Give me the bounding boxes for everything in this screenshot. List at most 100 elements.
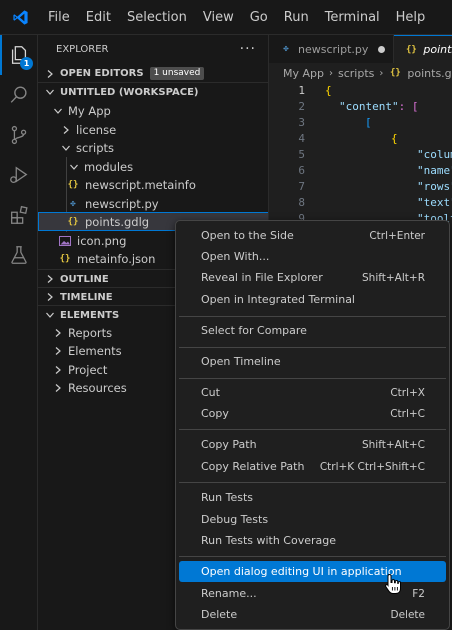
more-actions-icon[interactable]: ··· bbox=[240, 41, 256, 57]
menu-item-label: Open in Integrated Terminal bbox=[201, 293, 355, 306]
menu-selection[interactable]: Selection bbox=[119, 0, 195, 35]
json-file-icon: {} bbox=[67, 216, 79, 227]
menu-item-copy[interactable]: Copy Ctrl+C bbox=[179, 403, 446, 424]
menu-item-open-with[interactable]: Open With... bbox=[179, 246, 446, 267]
line-number: 5 bbox=[298, 148, 305, 161]
menu-terminal[interactable]: Terminal bbox=[317, 0, 388, 35]
chevron-down-icon bbox=[44, 309, 56, 321]
workspace-section[interactable]: UNTITLED (WORKSPACE) bbox=[38, 82, 268, 101]
source-control-button[interactable] bbox=[0, 115, 38, 155]
title-bar: File Edit Selection View Go Run Terminal… bbox=[0, 0, 452, 35]
code-key: "content" bbox=[339, 100, 399, 113]
code-text: { bbox=[391, 132, 398, 145]
python-file-icon: ✤ bbox=[283, 44, 289, 54]
source-control-icon bbox=[11, 125, 27, 145]
flask-icon bbox=[11, 246, 27, 264]
file-label: metainfo.json bbox=[77, 251, 156, 266]
extensions-button[interactable] bbox=[0, 195, 38, 235]
run-debug-button[interactable] bbox=[0, 155, 38, 195]
tab-points-gdlg[interactable]: {} points.gdlg bbox=[394, 35, 452, 63]
folder-my-app[interactable]: My App bbox=[38, 101, 268, 120]
menu-item-open-timeline[interactable]: Open Timeline bbox=[179, 351, 446, 372]
menu-help[interactable]: Help bbox=[388, 0, 434, 35]
json-file-icon: {} bbox=[59, 253, 71, 264]
line-number: 2 bbox=[298, 100, 305, 113]
menu-separator bbox=[179, 347, 446, 348]
menu-item-copy-path[interactable]: Copy Path Shift+Alt+C bbox=[179, 434, 446, 455]
menu-item-run-tests[interactable]: Run Tests bbox=[179, 487, 446, 508]
line-number: 1 bbox=[298, 84, 305, 97]
file-label: points.gdlg bbox=[85, 214, 150, 229]
outline-label: OUTLINE bbox=[60, 273, 109, 285]
open-editors-section[interactable]: OPEN EDITORS 1 unsaved bbox=[38, 64, 268, 83]
folder-modules[interactable]: modules bbox=[38, 157, 268, 176]
search-button[interactable] bbox=[0, 75, 38, 115]
activity-bar: 1 bbox=[0, 35, 38, 630]
chevron-right-icon bbox=[60, 124, 72, 136]
code-editor[interactable]: 1{ 2"content": [ 3[ 4{ 5"colum 6"name" 7… bbox=[269, 83, 452, 227]
menu-item-delete[interactable]: Delete Delete bbox=[179, 604, 446, 625]
menu-item-run-tests-coverage[interactable]: Run Tests with Coverage bbox=[179, 530, 446, 551]
line-number: 6 bbox=[298, 164, 305, 177]
menu-item-cut[interactable]: Cut Ctrl+X bbox=[179, 382, 446, 403]
folder-label: modules bbox=[84, 159, 134, 174]
menu-file[interactable]: File bbox=[40, 0, 78, 35]
menu-run[interactable]: Run bbox=[276, 0, 317, 35]
menu-item-debug-tests[interactable]: Debug Tests bbox=[179, 509, 446, 530]
context-menu: Open to the Side Ctrl+Enter Open With... … bbox=[175, 220, 450, 630]
file-newscript-metainfo[interactable]: {} newscript.metainfo bbox=[38, 175, 268, 194]
menu-item-open-to-side[interactable]: Open to the Side Ctrl+Enter bbox=[179, 225, 446, 246]
menu-item-label: Open dialog editing UI in application bbox=[201, 565, 402, 578]
file-newscript-py[interactable]: ✤ newscript.py bbox=[38, 194, 268, 213]
menu-item-label: Open With... bbox=[201, 250, 270, 263]
menu-edit[interactable]: Edit bbox=[78, 0, 119, 35]
json-file-icon: {} bbox=[389, 68, 401, 78]
json-file-icon: {} bbox=[405, 44, 417, 55]
search-icon bbox=[10, 86, 27, 103]
menu-view[interactable]: View bbox=[195, 0, 242, 35]
menu-item-open-dialog-editing-ui[interactable]: Open dialog editing UI in application bbox=[179, 561, 446, 582]
unsaved-badge: 1 unsaved bbox=[149, 67, 205, 80]
folder-scripts[interactable]: scripts bbox=[38, 138, 268, 157]
chevron-right-icon bbox=[52, 382, 64, 394]
chevron-right-icon bbox=[52, 364, 64, 376]
unsaved-dot-icon[interactable] bbox=[378, 45, 386, 53]
explorer-header: EXPLORER ··· bbox=[38, 35, 268, 63]
line-number: 4 bbox=[298, 132, 305, 145]
code-line: 1{ bbox=[269, 83, 452, 99]
menu-item-label: Copy bbox=[201, 407, 229, 420]
folder-license[interactable]: license bbox=[38, 120, 268, 139]
file-label: icon.png bbox=[77, 233, 127, 248]
code-line: 4{ bbox=[269, 131, 452, 147]
line-number: 3 bbox=[298, 116, 305, 129]
menu-item-label: Delete bbox=[201, 608, 238, 621]
chevron-right-icon bbox=[52, 327, 64, 339]
menu-item-label: Run Tests bbox=[201, 491, 253, 504]
vscode-logo-icon bbox=[0, 0, 40, 35]
breadcrumb-item[interactable]: points.gdlg bbox=[407, 67, 452, 80]
menu-item-copy-relative-path[interactable]: Copy Relative Path Ctrl+K Ctrl+Shift+C bbox=[179, 456, 446, 477]
menu-item-select-for-compare[interactable]: Select for Compare bbox=[179, 320, 446, 341]
code-key: "rows" bbox=[417, 180, 452, 193]
menu-separator bbox=[179, 316, 446, 317]
breadcrumb-item[interactable]: scripts bbox=[338, 67, 374, 80]
menu-item-shortcut: Ctrl+K Ctrl+Shift+C bbox=[319, 460, 425, 473]
menu-item-reveal-in-explorer[interactable]: Reveal in File Explorer Shift+Alt+R bbox=[179, 267, 446, 288]
file-label: newscript.py bbox=[85, 196, 159, 211]
chevron-down-icon bbox=[60, 142, 72, 154]
explorer-button[interactable]: 1 bbox=[0, 35, 38, 75]
menu-go[interactable]: Go bbox=[242, 0, 276, 35]
menu-item-shortcut: F2 bbox=[412, 587, 425, 600]
breadcrumb-item[interactable]: My App bbox=[283, 67, 324, 80]
menu-item-open-in-terminal[interactable]: Open in Integrated Terminal bbox=[179, 289, 446, 310]
breadcrumb: My App › scripts › {} points.gdlg bbox=[269, 63, 452, 83]
testing-button[interactable] bbox=[0, 235, 38, 275]
chevron-down-icon bbox=[68, 161, 80, 173]
chevron-right-icon bbox=[52, 345, 64, 357]
menu-item-label: Reveal in File Explorer bbox=[201, 271, 323, 284]
menu-item-shortcut: Ctrl+Enter bbox=[369, 229, 425, 242]
code-line: 5 "colum bbox=[269, 147, 452, 163]
tab-newscript-py[interactable]: ✤ newscript.py bbox=[269, 35, 395, 63]
menu-item-rename[interactable]: Rename... F2 bbox=[179, 583, 446, 604]
open-editors-label: OPEN EDITORS bbox=[60, 68, 144, 79]
